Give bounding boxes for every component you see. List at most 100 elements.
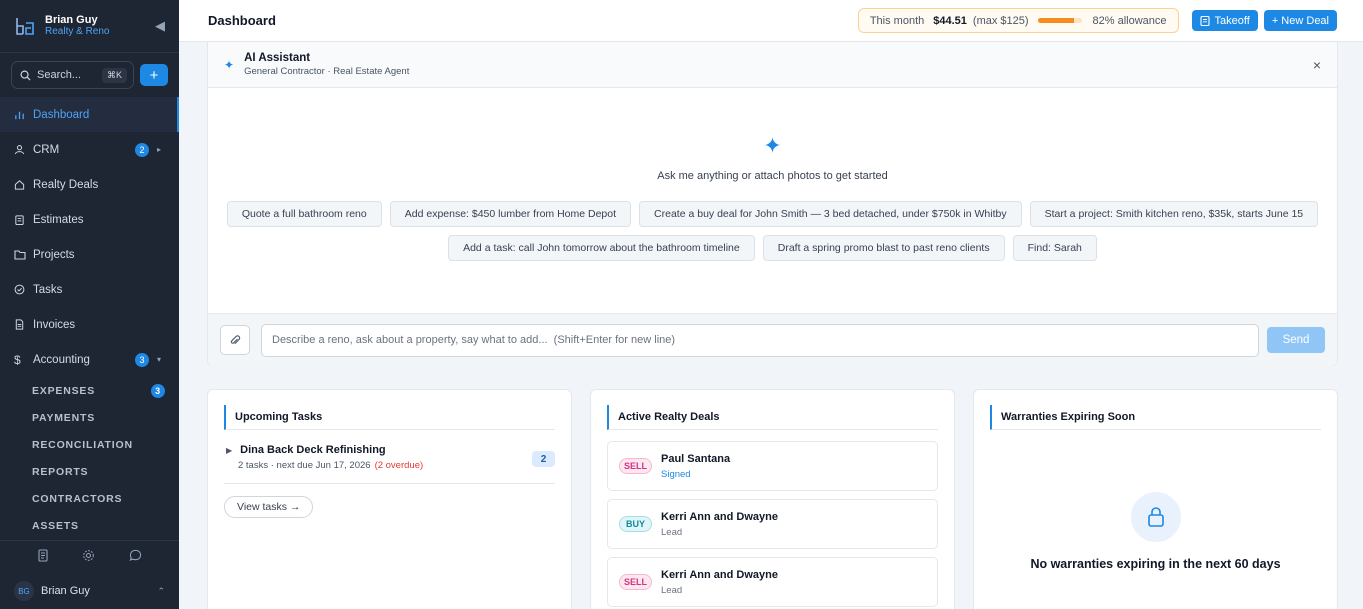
suggestion-chips: Quote a full bathroom reno Add expense: … <box>224 201 1321 261</box>
sidebar-subitem-reconciliation[interactable]: RECONCILIATION <box>0 431 179 458</box>
sidebar-item-label: Estimates <box>33 213 84 226</box>
sidebar-item-label: Projects <box>33 248 75 261</box>
deal-type-tag: SELL <box>619 458 652 474</box>
sidebar-item-accounting[interactable]: $ Accounting 3 ▾ <box>0 342 179 377</box>
sidebar-item-tasks[interactable]: Tasks <box>0 272 179 307</box>
sidebar-footer: BG Brian Guy ⌃ <box>0 540 179 609</box>
lock-icon <box>1131 492 1181 542</box>
sidebar-nav: Dashboard CRM 2 ▸ Realty Deals Estimates… <box>0 97 179 539</box>
expand-arrow-icon[interactable]: ▶ <box>226 446 232 455</box>
home-icon <box>14 179 27 190</box>
overdue-label: (2 overdue) <box>374 460 424 471</box>
chat-icon[interactable] <box>129 549 142 565</box>
deal-type-tag: BUY <box>619 516 652 532</box>
sidebar-subitem-contractors[interactable]: CONTRACTORS <box>0 485 179 512</box>
allowance-progress-fill <box>1037 18 1074 23</box>
deal-status: Lead <box>661 526 683 538</box>
sidebar-item-invoices[interactable]: Invoices <box>0 307 179 342</box>
plus-icon: + <box>149 66 159 84</box>
sidebar-item-dashboard[interactable]: Dashboard <box>0 97 179 132</box>
sidebar-item-realty-deals[interactable]: Realty Deals <box>0 167 179 202</box>
suggestion-chip[interactable]: Start a project: Smith kitchen reno, $35… <box>1029 201 1319 227</box>
ai-input-bar: Send <box>208 313 1337 366</box>
sidebar-subitem-payments[interactable]: PAYMENTS <box>0 404 179 431</box>
card-title: Upcoming Tasks <box>224 405 555 430</box>
brand-logo-icon <box>16 18 34 35</box>
top-header: Dashboard This month $44.51 (max $125) 8… <box>179 0 1363 42</box>
search-placeholder: Search... <box>37 69 82 81</box>
chevron-right-icon: ▸ <box>157 145 162 154</box>
sidebar-item-label: Dashboard <box>33 108 90 121</box>
deal-item[interactable]: SELL Paul Santana Signed <box>607 441 938 491</box>
gear-icon[interactable] <box>82 549 95 565</box>
active-realty-deals-card: Active Realty Deals SELL Paul Santana Si… <box>590 389 955 609</box>
sidebar-subitem-reports[interactable]: REPORTS <box>0 458 179 485</box>
sidebar-item-projects[interactable]: Projects <box>0 237 179 272</box>
ai-assistant-body: ✦ Ask me anything or attach photos to ge… <box>208 88 1337 313</box>
suggestion-chip[interactable]: Find: Sarah <box>1012 235 1097 261</box>
chevron-up-icon: ⌃ <box>157 585 165 596</box>
page-title: Dashboard <box>208 13 276 28</box>
avatar: BG <box>14 581 34 601</box>
folder-icon <box>14 249 27 260</box>
suggestion-chip[interactable]: Create a buy deal for John Smith — 3 bed… <box>639 201 1022 227</box>
paperclip-icon <box>230 334 241 344</box>
dollar-icon: $ <box>14 352 21 367</box>
deal-item[interactable]: SELL Kerri Ann and Dwayne Lead <box>607 557 938 607</box>
deal-status: Lead <box>661 584 683 596</box>
sparkle-icon: ✦ <box>763 133 782 158</box>
user-icon <box>14 144 27 155</box>
ai-assistant-panel: ✦ AI Assistant General Contractor · Real… <box>207 42 1338 366</box>
user-menu[interactable]: BG Brian Guy ⌃ <box>0 573 179 609</box>
takeoff-button[interactable]: Takeoff <box>1191 10 1258 31</box>
receipt-icon[interactable] <box>37 549 49 565</box>
sidebar-item-label: Tasks <box>33 283 63 296</box>
deal-name: Paul Santana <box>661 452 731 465</box>
ai-assistant-title: AI Assistant <box>244 51 311 64</box>
sidebar: Brian Guy Realty & Reno ◀ Search... ⌘K +… <box>0 0 179 609</box>
quick-add-button[interactable]: + <box>140 64 168 86</box>
collapse-sidebar-icon[interactable]: ◀ <box>155 18 165 34</box>
deal-name: Kerri Ann and Dwayne <box>661 568 778 581</box>
deal-status: Signed <box>661 468 691 480</box>
allowance-label: This month <box>869 14 925 27</box>
accounting-badge: 3 <box>135 352 149 367</box>
card-title: Warranties Expiring Soon <box>990 405 1321 430</box>
clipboard-icon <box>14 214 27 225</box>
sidebar-item-estimates[interactable]: Estimates <box>0 202 179 237</box>
send-button[interactable]: Send <box>1267 327 1325 353</box>
task-group-row[interactable]: ▶ Dina Back Deck Refinishing 2 tasks · n… <box>224 444 555 484</box>
view-tasks-button[interactable]: View tasks → <box>224 496 314 518</box>
expenses-badge: 3 <box>151 383 165 398</box>
suggestion-chip[interactable]: Add a task: call John tomorrow about the… <box>448 235 755 261</box>
attach-button[interactable] <box>220 325 250 355</box>
sidebar-item-label: Realty Deals <box>33 178 99 191</box>
suggestion-chip[interactable]: Add expense: $450 lumber from Home Depot <box>389 201 632 227</box>
sidebar-subitem-expenses[interactable]: EXPENSES 3 <box>0 377 179 404</box>
search-input[interactable]: Search... ⌘K <box>11 61 134 89</box>
check-circle-icon <box>14 284 27 295</box>
ai-assistant-subtitle: General Contractor · Real Estate Agent <box>244 65 410 77</box>
sidebar-item-crm[interactable]: CRM 2 ▸ <box>0 132 179 167</box>
ai-message-input[interactable] <box>261 323 1259 357</box>
sidebar-item-label: Accounting <box>33 353 90 366</box>
suggestion-chip[interactable]: Quote a full bathroom reno <box>226 201 382 227</box>
allowance-amount: $44.51 <box>933 14 967 27</box>
close-icon[interactable]: × <box>1313 57 1321 73</box>
user-name: Brian Guy <box>41 585 90 597</box>
clipboard-icon <box>1199 15 1210 26</box>
new-deal-button[interactable]: + New Deal <box>1263 10 1337 31</box>
search-shortcut: ⌘K <box>101 67 127 83</box>
ai-assistant-header: ✦ AI Assistant General Contractor · Real… <box>208 42 1337 88</box>
task-group-meta: 2 tasks · next due Jun 17, 2026 <box>238 460 371 471</box>
deal-item[interactable]: BUY Kerri Ann and Dwayne Lead <box>607 499 938 549</box>
deal-list: SELL Paul Santana Signed BUY Kerri Ann a… <box>591 441 954 607</box>
sidebar-item-label: CRM <box>33 143 60 156</box>
chevron-down-icon: ▾ <box>157 355 162 364</box>
sidebar-subitem-assets[interactable]: ASSETS <box>0 512 179 539</box>
task-count-badge: 2 <box>532 451 555 467</box>
empty-state-text: No warranties expiring in the next 60 da… <box>1030 557 1281 571</box>
search-icon <box>20 70 31 81</box>
allowance-percent: 82% allowance <box>1092 14 1167 27</box>
suggestion-chip[interactable]: Draft a spring promo blast to past reno … <box>762 235 1005 261</box>
